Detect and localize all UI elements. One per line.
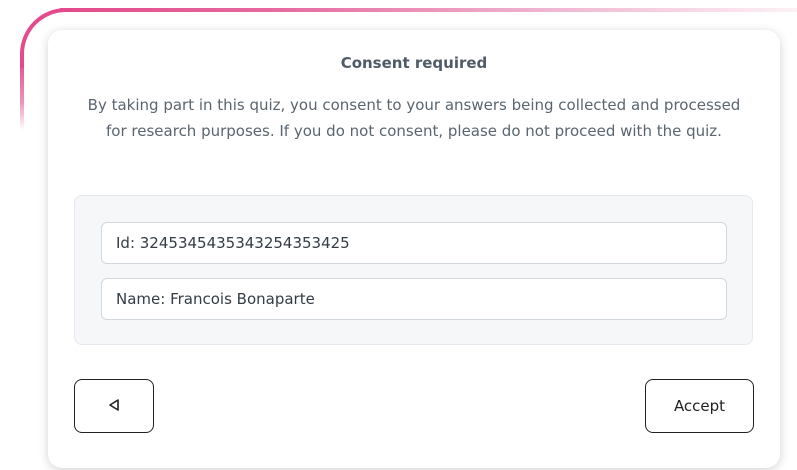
consent-dialog: Consent required By taking part in this … xyxy=(48,30,780,468)
quiz-consent-screen: Consent required By taking part in this … xyxy=(0,0,797,470)
participant-info-panel: Id: 3245345435343254353425 Name: Francoi… xyxy=(74,195,753,345)
accent-border-top xyxy=(60,8,797,12)
accent-border-left xyxy=(20,60,24,130)
back-button[interactable] xyxy=(74,379,154,433)
accept-button[interactable]: Accept xyxy=(645,379,754,433)
triangle-left-icon xyxy=(107,397,121,416)
participant-id-field[interactable]: Id: 3245345435343254353425 xyxy=(101,222,727,264)
dialog-title: Consent required xyxy=(340,54,488,72)
consent-message: By taking part in this quiz, you consent… xyxy=(87,96,741,140)
participant-name-field[interactable]: Name: Francois Bonaparte xyxy=(101,278,727,320)
